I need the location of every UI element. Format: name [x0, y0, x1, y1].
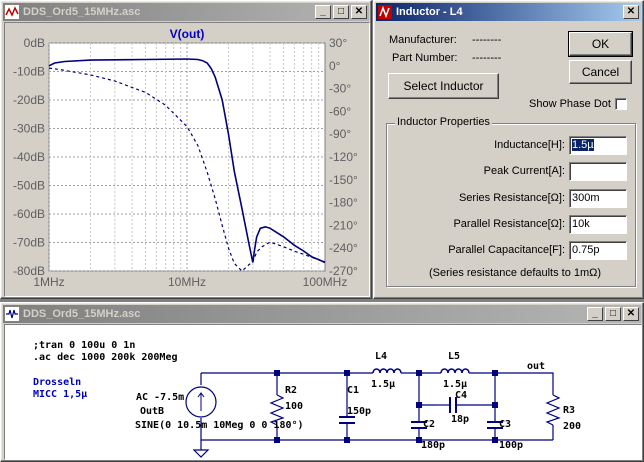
close-icon[interactable]: ✕: [351, 5, 367, 19]
resistor-r3[interactable]: [545, 394, 561, 426]
right-tick-label: -120°: [329, 150, 358, 164]
tran-directive[interactable]: ;tran 0 100u 0 1n: [33, 340, 135, 351]
c2-value[interactable]: 180p: [421, 440, 445, 451]
r3-name[interactable]: R3: [563, 405, 575, 416]
show-phase-dot-checkbox[interactable]: [615, 98, 627, 110]
inductance-field[interactable]: 1.5µ: [569, 136, 627, 155]
schematic-window-title: DDS_Ord5_15MHz.asc: [23, 308, 141, 320]
left-tick-label: -50dB: [13, 179, 45, 193]
schematic-drawing[interactable]: ;tran 0 100u 0 1n .ac dec 1000 200k 200M…: [5, 325, 641, 459]
left-tick-label: -10dB: [13, 65, 45, 79]
schematic-icon: [5, 307, 19, 321]
ac-directive[interactable]: .ac dec 1000 200k 200Meg: [33, 352, 178, 363]
x-tick-label: 1MHz: [33, 275, 64, 289]
maximize-icon[interactable]: □: [333, 5, 349, 19]
dialog-titlebar[interactable]: Inductor - L4 ✕: [376, 3, 641, 21]
right-tick-label: -150°: [329, 173, 358, 187]
source-sine[interactable]: SINE(0 10.5m 10Meg 0 0 180°): [135, 420, 304, 431]
right-tick-label: -180°: [329, 196, 358, 210]
left-tick-label: 0dB: [24, 36, 45, 50]
capacitor-c1[interactable]: [339, 416, 355, 424]
right-tick-label: -210°: [329, 218, 358, 232]
inductor-l5[interactable]: [440, 368, 470, 374]
c3-name[interactable]: C3: [499, 419, 511, 430]
parallel-capacitance-field[interactable]: 0.75p: [569, 241, 627, 260]
close-icon[interactable]: ✕: [623, 5, 639, 19]
schematic-window[interactable]: DDS_Ord5_15MHz.asc _ □ ✕ ;tran 0 100u 0 …: [0, 302, 644, 462]
parallel-resistance-field[interactable]: 10k: [569, 215, 627, 234]
source-name[interactable]: OutB: [140, 406, 164, 417]
left-tick-label: -60dB: [13, 207, 45, 221]
l5-value[interactable]: 1.5µ: [443, 379, 467, 390]
close-icon[interactable]: ✕: [623, 307, 639, 321]
left-tick-label: -40dB: [13, 150, 45, 164]
peak-current-field[interactable]: [569, 162, 627, 181]
out-net-label[interactable]: out: [527, 361, 545, 372]
show-phase-dot-label: Show Phase Dot: [529, 98, 611, 110]
right-tick-label: -90°: [329, 127, 351, 141]
parallel-capacitance-label: Parallel Capacitance[F]:: [448, 244, 565, 256]
part-number-label: Part Number:: [392, 52, 458, 64]
c2-name[interactable]: C2: [423, 419, 435, 430]
plot-area[interactable]: 0dB -10dB -20dB -30dB -40dB -50dB -60dB -70dB -8…: [4, 22, 370, 297]
schematic-canvas[interactable]: ;tran 0 100u 0 1n .ac dec 1000 200k 200M…: [4, 324, 642, 460]
inductor-dialog[interactable]: Inductor - L4 ✕ Manufacturer: -------- P…: [373, 0, 644, 299]
inductance-label: Inductance[H]:: [494, 139, 565, 151]
right-tick-label: 30°: [329, 36, 347, 50]
l4-name[interactable]: L4: [375, 351, 387, 362]
right-tick-label: -60°: [329, 104, 351, 118]
trace-label: V(out): [170, 27, 205, 41]
c1-value[interactable]: 150p: [347, 406, 371, 417]
cancel-button[interactable]: Cancel: [569, 60, 632, 84]
series-resistance-field[interactable]: 300m: [569, 189, 627, 208]
left-tick-label: -20dB: [13, 93, 45, 107]
plot-window-title: DDS_Ord5_15MHz.asc: [23, 6, 141, 18]
waveform-icon: [5, 5, 19, 19]
manufacturer-label: Manufacturer:: [389, 34, 457, 46]
bode-plot[interactable]: 0dB-10dB-20dB-30dB-40dB-50dB-60dB-70dB-8…: [5, 23, 369, 296]
r2-name[interactable]: R2: [285, 385, 297, 396]
part-number-value: --------: [472, 52, 502, 64]
c4-value[interactable]: 18p: [451, 414, 469, 425]
right-tick-label: 0°: [329, 59, 341, 73]
ltspice-icon: [378, 5, 392, 19]
plot-window[interactable]: DDS_Ord5_15MHz.asc _ □ ✕ 0dB -10dB -20dB -3…: [0, 0, 372, 299]
x-tick-label: 100MHz: [303, 275, 348, 289]
series-resistance-label: Series Resistance[Ω]:: [458, 192, 565, 204]
minimize-icon[interactable]: _: [315, 5, 331, 19]
source-value[interactable]: AC -7.5m: [136, 392, 184, 403]
c4-name[interactable]: C4: [455, 390, 467, 401]
x-tick-label: 10MHz: [168, 275, 206, 289]
dialog-title: Inductor - L4: [396, 6, 463, 18]
inductor-l4[interactable]: [372, 368, 402, 374]
comment-micc[interactable]: MICC 1,5µ: [33, 389, 87, 400]
select-inductor-button[interactable]: Select Inductor: [388, 73, 499, 99]
plot-titlebar[interactable]: DDS_Ord5_15MHz.asc _ □ ✕: [3, 3, 369, 21]
comment-drosseln[interactable]: Drosseln: [33, 377, 81, 388]
l5-name[interactable]: L5: [448, 351, 460, 362]
schematic-titlebar[interactable]: DDS_Ord5_15MHz.asc _ □ ✕: [3, 305, 641, 323]
peak-current-label: Peak Current[A]:: [483, 165, 565, 177]
parallel-resistance-label: Parallel Resistance[Ω]:: [453, 218, 565, 230]
c3-value[interactable]: 100p: [499, 440, 523, 451]
left-tick-label: -30dB: [13, 122, 45, 136]
c1-name[interactable]: C1: [347, 385, 359, 396]
r3-value[interactable]: 200: [563, 421, 581, 432]
r2-value[interactable]: 100: [285, 401, 303, 412]
l4-value[interactable]: 1.5µ: [371, 379, 395, 390]
maximize-icon[interactable]: □: [605, 307, 621, 321]
ok-button[interactable]: OK: [568, 31, 633, 57]
series-resistance-note: (Series resistance defaults to 1mΩ): [429, 267, 602, 279]
left-tick-label: -70dB: [13, 236, 45, 250]
right-tick-label: -30°: [329, 82, 351, 96]
manufacturer-value: --------: [472, 34, 502, 46]
right-tick-label: -240°: [329, 241, 358, 255]
inductor-properties-title: Inductor Properties: [395, 116, 492, 128]
minimize-icon[interactable]: _: [587, 307, 603, 321]
